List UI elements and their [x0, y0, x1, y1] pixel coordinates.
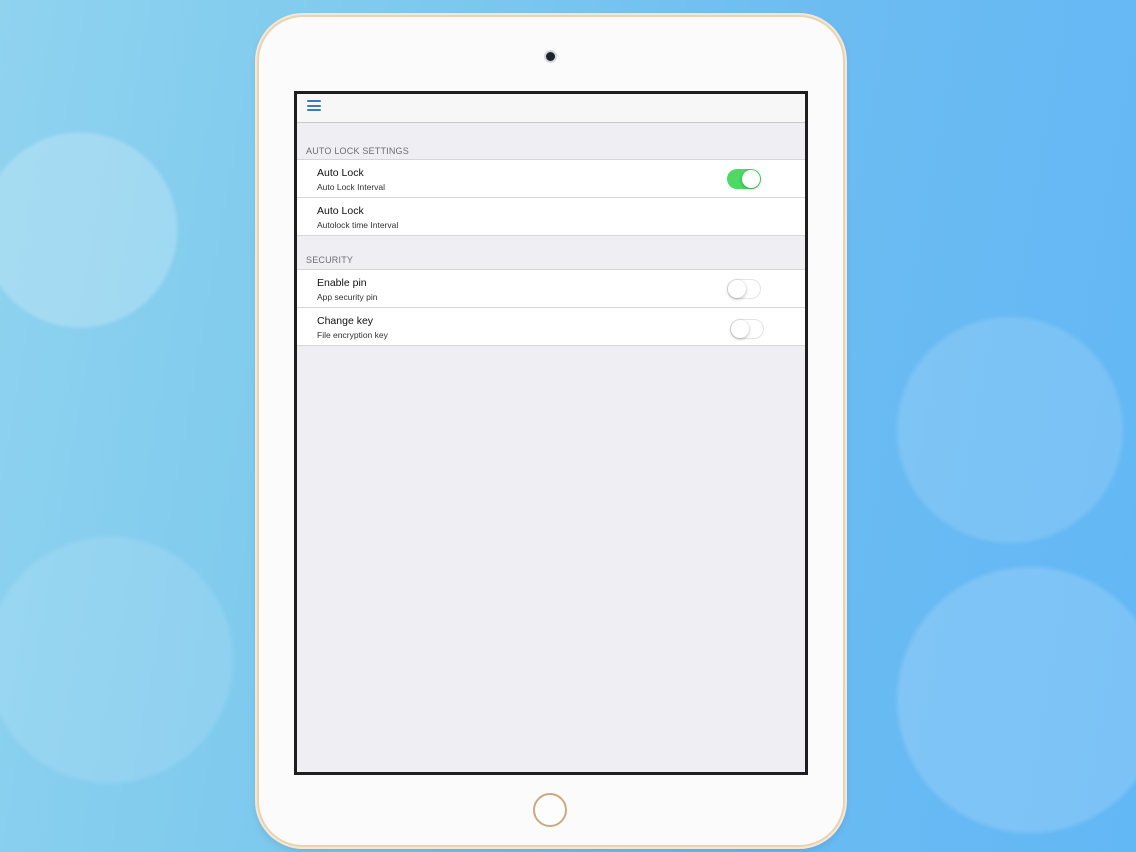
switch-knob	[728, 280, 746, 298]
enable-pin-row[interactable]: Enable pin App security pin	[297, 270, 805, 308]
app-screen: AUTO LOCK SETTINGS Auto Lock Auto Lock I…	[294, 91, 808, 775]
cell-title: Enable pin	[317, 277, 367, 289]
cell-subtitle: App security pin	[317, 292, 378, 302]
change-key-row[interactable]: Change key File encryption key	[297, 308, 805, 346]
front-camera	[546, 52, 555, 61]
autolock-interval-row[interactable]: Auto Lock Autolock time Interval	[297, 198, 805, 236]
cell-subtitle: File encryption key	[317, 330, 388, 340]
section-header-auto-lock: AUTO LOCK SETTINGS	[297, 123, 805, 160]
home-button[interactable]	[533, 793, 567, 827]
switch-knob	[742, 170, 760, 188]
auto-lock-toggle-row[interactable]: Auto Lock Auto Lock Interval	[297, 160, 805, 198]
enable-pin-switch[interactable]	[727, 279, 761, 299]
change-key-switch[interactable]	[730, 319, 764, 339]
cell-subtitle: Auto Lock Interval	[317, 182, 386, 192]
cell-title: Auto Lock	[317, 205, 364, 217]
cell-subtitle: Autolock time Interval	[317, 220, 399, 230]
navigation-bar	[297, 94, 805, 123]
cell-title: Change key	[317, 315, 374, 327]
auto-lock-switch[interactable]	[727, 169, 761, 189]
section-header-security: SECURITY	[297, 236, 805, 270]
hamburger-menu-icon[interactable]	[307, 100, 321, 111]
switch-knob	[731, 320, 749, 338]
cell-title: Auto Lock	[317, 167, 364, 179]
